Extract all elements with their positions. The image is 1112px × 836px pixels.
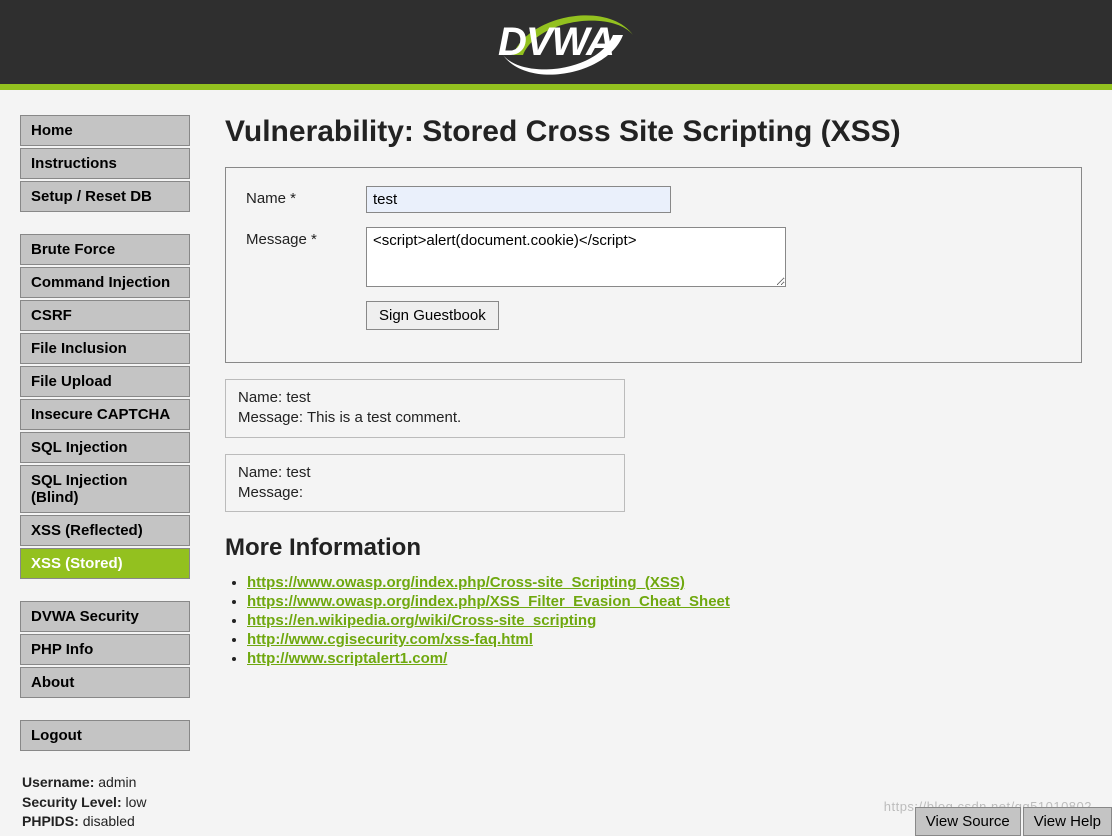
entry-name-label: Name: [238,464,282,481]
guestbook-form: Name * Message * Sign Guestbook [225,167,1082,363]
sign-guestbook-button[interactable]: Sign Guestbook [366,301,499,330]
entry-msg-label: Message: [238,409,303,426]
sidebar-item-about[interactable]: About [20,667,190,698]
info-links-list: https://www.owasp.org/index.php/Cross-si… [247,574,1082,667]
sidebar-item-xss-reflected[interactable]: XSS (Reflected) [20,515,190,546]
menu-block-logout: Logout [20,720,190,751]
sidebar-item-sql-injection-blind[interactable]: SQL Injection (Blind) [20,465,190,513]
menu-block-main: Home Instructions Setup / Reset DB [20,115,190,212]
info-link[interactable]: http://www.cgisecurity.com/xss-faq.html [247,631,533,648]
sidebar-item-home[interactable]: Home [20,115,190,146]
status-username-value: admin [98,774,136,790]
info-link[interactable]: https://en.wikipedia.org/wiki/Cross-site… [247,612,596,629]
sidebar-item-dvwa-security[interactable]: DVWA Security [20,601,190,632]
info-link[interactable]: http://www.scriptalert1.com/ [247,650,447,667]
entry-name-value: test [286,389,310,406]
status-security-value: low [126,794,147,810]
logo-text: DVWA [498,20,614,65]
menu-block-vulns: Brute Force Command Injection CSRF File … [20,234,190,579]
message-label: Message * [246,227,366,248]
name-input[interactable] [366,186,671,213]
info-link[interactable]: https://www.owasp.org/index.php/Cross-si… [247,574,685,591]
status-phpids-label: PHPIDS: [22,813,79,829]
content-area: Vulnerability: Stored Cross Site Scripti… [225,115,1102,832]
entry-msg-value: This is a test comment. [307,409,461,426]
guestbook-entry: Name: test Message: [225,454,625,513]
sidebar-item-file-upload[interactable]: File Upload [20,366,190,397]
name-label: Name * [246,186,366,207]
sidebar-item-xss-stored[interactable]: XSS (Stored) [20,548,190,579]
sidebar-item-insecure-captcha[interactable]: Insecure CAPTCHA [20,399,190,430]
entry-msg-label: Message: [238,484,303,501]
sidebar-item-csrf[interactable]: CSRF [20,300,190,331]
bottom-buttons: View Source View Help [913,807,1112,836]
sidebar-item-logout[interactable]: Logout [20,720,190,751]
guestbook-entry: Name: test Message: This is a test comme… [225,379,625,438]
sidebar-item-sql-injection[interactable]: SQL Injection [20,432,190,463]
status-phpids-value: disabled [83,813,135,829]
status-username-label: Username: [22,774,94,790]
sidebar-item-php-info[interactable]: PHP Info [20,634,190,665]
sidebar-item-instructions[interactable]: Instructions [20,148,190,179]
entry-name-label: Name: [238,389,282,406]
sidebar: Home Instructions Setup / Reset DB Brute… [10,115,225,832]
message-input[interactable] [366,227,786,287]
logo: DVWA [498,20,614,65]
info-link[interactable]: https://www.owasp.org/index.php/XSS_Filt… [247,593,730,610]
menu-block-meta: DVWA Security PHP Info About [20,601,190,698]
page-title: Vulnerability: Stored Cross Site Scripti… [225,115,1082,149]
sidebar-item-command-injection[interactable]: Command Injection [20,267,190,298]
header-bar: DVWA [0,0,1112,90]
sidebar-item-file-inclusion[interactable]: File Inclusion [20,333,190,364]
view-help-button[interactable]: View Help [1023,807,1112,836]
entry-name-value: test [286,464,310,481]
status-info: Username: admin Security Level: low PHPI… [20,773,190,832]
sidebar-item-setup[interactable]: Setup / Reset DB [20,181,190,212]
more-info-heading: More Information [225,534,1082,562]
sidebar-item-brute-force[interactable]: Brute Force [20,234,190,265]
view-source-button[interactable]: View Source [915,807,1021,836]
status-security-label: Security Level: [22,794,122,810]
